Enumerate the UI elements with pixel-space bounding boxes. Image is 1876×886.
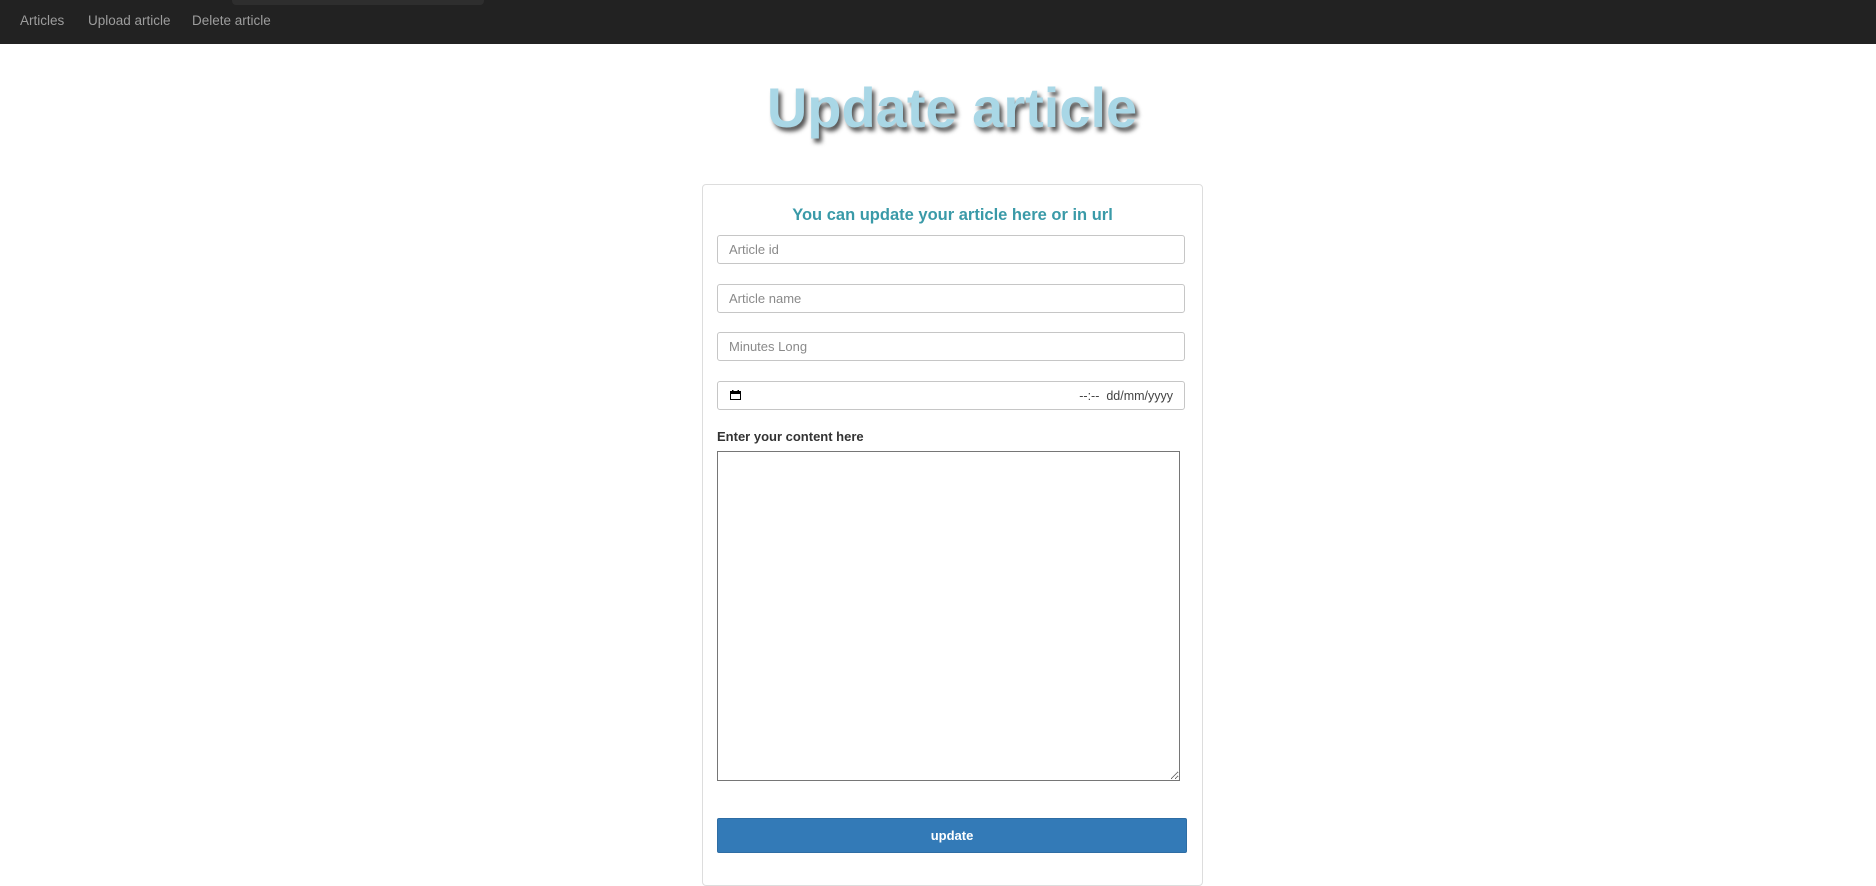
nav-overlay-strip bbox=[232, 0, 484, 5]
calendar-icon[interactable] bbox=[730, 390, 741, 400]
update-article-form-panel: You can update your article here or in u… bbox=[702, 184, 1203, 886]
content-label: Enter your content here bbox=[717, 429, 864, 444]
nav-link-upload-article[interactable]: Upload article bbox=[88, 13, 171, 28]
minutes-long-input[interactable] bbox=[717, 332, 1185, 361]
page-title: Update article bbox=[766, 76, 1138, 139]
article-name-input[interactable] bbox=[717, 284, 1185, 313]
article-id-input[interactable] bbox=[717, 235, 1185, 264]
nav-link-delete-article[interactable]: Delete article bbox=[192, 13, 271, 28]
top-navbar: Articles Upload article Delete article bbox=[0, 0, 1876, 44]
update-button[interactable]: update bbox=[717, 818, 1187, 853]
form-heading: You can update your article here or in u… bbox=[792, 206, 1113, 224]
date-placeholder: --:-- dd/mm/yyyy bbox=[1079, 389, 1173, 403]
date-time-input[interactable]: --:-- dd/mm/yyyy bbox=[717, 381, 1185, 410]
nav-link-articles[interactable]: Articles bbox=[20, 13, 64, 28]
content-textarea[interactable] bbox=[717, 451, 1180, 781]
